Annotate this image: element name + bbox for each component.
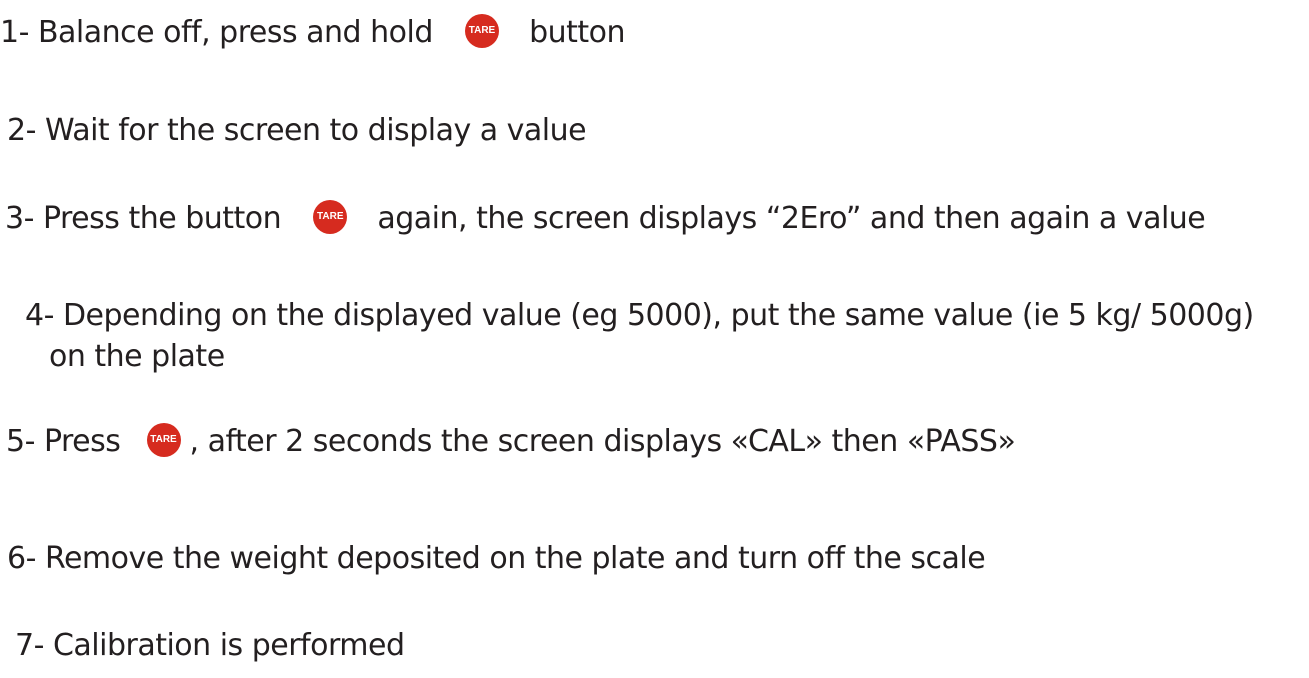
step-7-text: 7- Calibration is performed — [15, 628, 405, 663]
tare-button-icon: TARE — [464, 13, 499, 48]
step-4-line-1: 4- Depending on the displayed value (eg … — [25, 296, 1254, 336]
step-1-text-after: button — [529, 15, 626, 50]
step-3: 3- Press the button TARE again, the scre… — [5, 199, 1206, 239]
step-5-text-before: 5- Press — [6, 424, 121, 459]
step-1: 1- Balance off, press and hold TARE butt… — [0, 13, 626, 53]
step-1-text-before: 1- Balance off, press and hold — [0, 15, 433, 50]
step-3-text-before: 3- Press the button — [5, 201, 282, 236]
step-6: 6- Remove the weight deposited on the pl… — [7, 539, 986, 579]
step-5-text-after: , after 2 seconds the screen displays «C… — [189, 424, 1016, 459]
step-7: 7- Calibration is performed — [15, 626, 405, 666]
step-5: 5- Press TARE , after 2 seconds the scre… — [6, 422, 1016, 462]
step-2-text: 2- Wait for the screen to display a valu… — [7, 113, 587, 148]
step-4-line-2: on the plate — [49, 337, 225, 377]
step-2: 2- Wait for the screen to display a valu… — [7, 111, 587, 151]
step-4-text-line-1: 4- Depending on the displayed value (eg … — [25, 298, 1254, 333]
tare-button-icon: TARE — [146, 422, 181, 457]
tare-button-icon: TARE — [313, 199, 348, 234]
step-3-text-after: again, the screen displays “2Ero” and th… — [377, 201, 1206, 236]
step-6-text: 6- Remove the weight deposited on the pl… — [7, 541, 986, 576]
step-4-text-line-2: on the plate — [49, 339, 225, 374]
